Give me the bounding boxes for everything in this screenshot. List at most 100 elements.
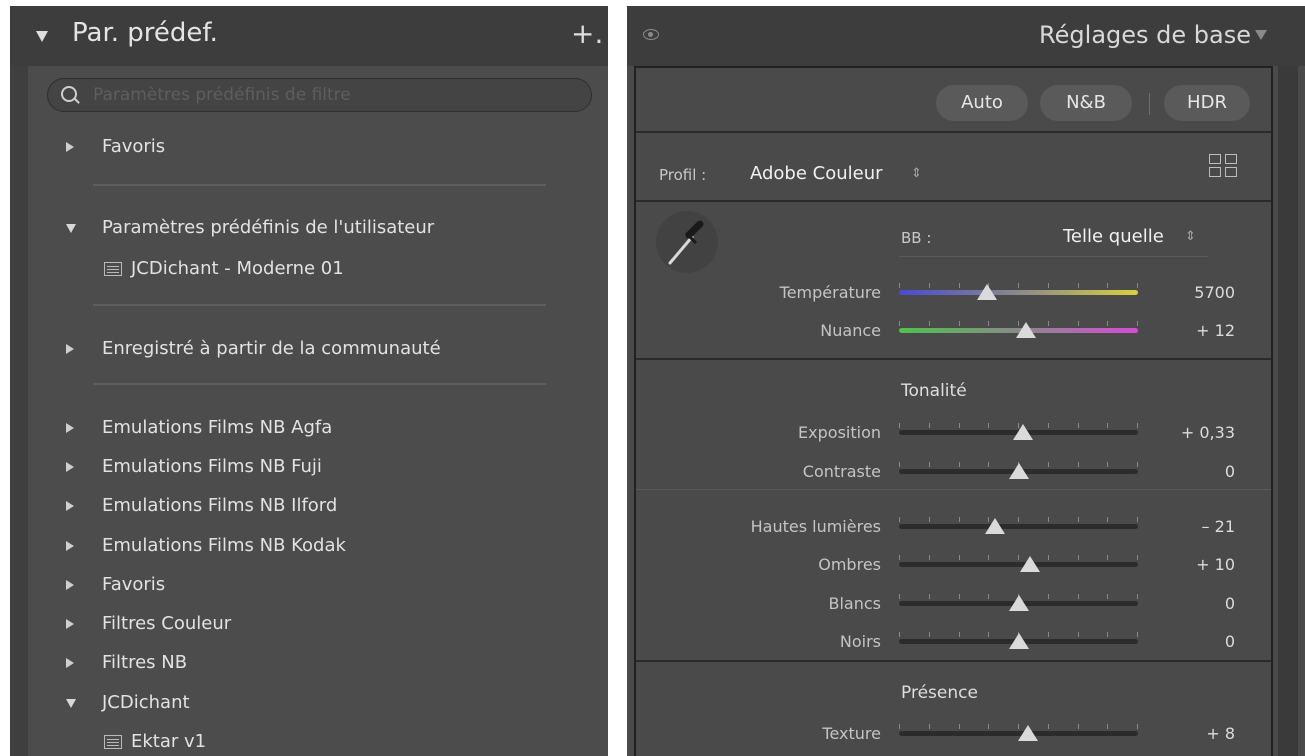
expand-arrow-icon[interactable] bbox=[66, 142, 74, 152]
profile-dropdown[interactable]: Adobe Couleur bbox=[750, 163, 883, 184]
section-divider bbox=[636, 358, 1271, 360]
slider-tick bbox=[1107, 283, 1108, 288]
slider-tick bbox=[959, 423, 960, 428]
slider-tick bbox=[988, 594, 989, 599]
expand-arrow-icon[interactable] bbox=[66, 541, 74, 551]
slider-tick bbox=[988, 555, 989, 560]
highlights-slider-thumb[interactable] bbox=[984, 518, 1005, 534]
preset-icon bbox=[104, 262, 122, 276]
slider-tick bbox=[1048, 321, 1049, 326]
contrast-value[interactable]: 0 bbox=[1225, 462, 1235, 481]
shadows-slider-track[interactable] bbox=[899, 562, 1138, 567]
presets-panel-header[interactable]: Par. prédef. +. bbox=[10, 6, 608, 66]
slider-tick bbox=[1048, 462, 1049, 467]
expand-arrow-icon[interactable] bbox=[66, 580, 74, 590]
tree-label: Emulations Films NB Ilford bbox=[102, 495, 338, 516]
profile-browser-grid-icon[interactable] bbox=[1209, 154, 1239, 184]
slider-tick bbox=[1078, 462, 1079, 467]
slider-tick bbox=[1107, 632, 1108, 637]
contrast-slider-thumb[interactable] bbox=[1008, 463, 1029, 479]
slider-tick bbox=[1137, 517, 1138, 522]
whites-slider-thumb[interactable] bbox=[1008, 595, 1029, 611]
slider-tick bbox=[1078, 555, 1079, 560]
slider-tick bbox=[899, 555, 900, 560]
slider-tick bbox=[1107, 423, 1108, 428]
slider-tick bbox=[929, 724, 930, 729]
divider bbox=[93, 184, 546, 186]
auto-button[interactable]: Auto bbox=[936, 85, 1028, 121]
temperature-slider-thumb[interactable] bbox=[977, 284, 998, 300]
preset-search-input[interactable]: Paramètres prédéfinis de filtre bbox=[47, 78, 592, 112]
slider-tick bbox=[1048, 724, 1049, 729]
slider-tick bbox=[1048, 283, 1049, 288]
tint-slider-thumb[interactable] bbox=[1015, 322, 1036, 338]
preset-label: Ektar v1 bbox=[131, 731, 207, 752]
presets-panel: Par. prédef. +. Paramètres prédéfinis de… bbox=[10, 6, 608, 756]
eyedropper-icon[interactable] bbox=[656, 211, 718, 273]
hdr-button[interactable]: HDR bbox=[1164, 85, 1250, 121]
tint-label: Nuance bbox=[820, 321, 881, 340]
divider bbox=[93, 304, 546, 306]
search-placeholder: Paramètres prédéfinis de filtre bbox=[93, 85, 351, 105]
tree-label: JCDichant bbox=[102, 692, 190, 713]
shadows-value[interactable]: + 10 bbox=[1196, 555, 1235, 574]
collapse-triangle-icon[interactable] bbox=[1255, 30, 1267, 40]
slider-tick bbox=[929, 462, 930, 467]
slider-tick bbox=[899, 594, 900, 599]
slider-tick bbox=[1137, 423, 1138, 428]
exposure-label: Exposition bbox=[798, 423, 881, 442]
exposure-slider-thumb[interactable] bbox=[1013, 424, 1034, 440]
shadows-label: Ombres bbox=[818, 555, 881, 574]
collapse-triangle-icon[interactable] bbox=[36, 31, 48, 42]
tree-label: Favoris bbox=[102, 136, 166, 157]
shadows-ticks bbox=[899, 555, 1138, 561]
highlights-slider-track[interactable] bbox=[899, 524, 1138, 529]
slider-tick bbox=[959, 594, 960, 599]
wb-dropdown[interactable]: Telle quelle bbox=[1063, 226, 1164, 247]
slider-tick bbox=[988, 423, 989, 428]
expand-arrow-icon[interactable] bbox=[66, 501, 74, 511]
expand-arrow-icon[interactable] bbox=[66, 619, 74, 629]
eye-visibility-icon[interactable] bbox=[643, 29, 659, 40]
temperature-value[interactable]: 5700 bbox=[1194, 283, 1235, 302]
texture-value[interactable]: + 8 bbox=[1206, 724, 1235, 743]
updown-chevron-icon[interactable]: ⇕ bbox=[911, 166, 922, 181]
temperature-slider-track[interactable] bbox=[899, 290, 1138, 295]
section-divider bbox=[636, 131, 1271, 133]
slider-tick bbox=[899, 517, 900, 522]
shadows-slider-thumb[interactable] bbox=[1020, 556, 1041, 572]
collapse-arrow-icon[interactable] bbox=[66, 224, 76, 233]
basic-panel-header[interactable]: Réglages de base bbox=[627, 6, 1305, 66]
whites-value[interactable]: 0 bbox=[1225, 594, 1235, 613]
tree-label: Emulations Films NB Fuji bbox=[102, 456, 322, 477]
slider-tick bbox=[1018, 555, 1019, 560]
slider-tick bbox=[1107, 321, 1108, 326]
scrollbar[interactable] bbox=[1278, 66, 1298, 756]
expand-arrow-icon[interactable] bbox=[66, 462, 74, 472]
slider-tick bbox=[1137, 321, 1138, 326]
slider-tick bbox=[959, 555, 960, 560]
slider-tick bbox=[988, 632, 989, 637]
tree-label: Favoris bbox=[102, 574, 166, 595]
collapse-arrow-icon[interactable] bbox=[66, 699, 76, 708]
bw-button[interactable]: N&B bbox=[1040, 85, 1132, 121]
updown-chevron-icon[interactable]: ⇕ bbox=[1185, 229, 1196, 244]
tint-value[interactable]: + 12 bbox=[1196, 321, 1235, 340]
blacks-slider-thumb[interactable] bbox=[1008, 633, 1029, 649]
slider-tick bbox=[959, 724, 960, 729]
tonality-title: Tonalité bbox=[901, 381, 967, 401]
exposure-value[interactable]: + 0,33 bbox=[1181, 423, 1235, 442]
add-preset-icon[interactable]: +. bbox=[571, 20, 603, 48]
expand-arrow-icon[interactable] bbox=[66, 423, 74, 433]
expand-arrow-icon[interactable] bbox=[66, 658, 74, 668]
wb-selector-area[interactable] bbox=[656, 211, 718, 273]
highlights-value[interactable]: – 21 bbox=[1202, 517, 1235, 536]
tree-label: Paramètres prédéfinis de l'utilisateur bbox=[102, 217, 435, 238]
slider-tick bbox=[1078, 283, 1079, 288]
highlights-label: Hautes lumières bbox=[750, 517, 881, 536]
texture-slider-thumb[interactable] bbox=[1018, 725, 1039, 741]
slider-tick bbox=[1137, 462, 1138, 467]
expand-arrow-icon[interactable] bbox=[66, 344, 74, 354]
slider-tick bbox=[899, 632, 900, 637]
blacks-value[interactable]: 0 bbox=[1225, 632, 1235, 651]
